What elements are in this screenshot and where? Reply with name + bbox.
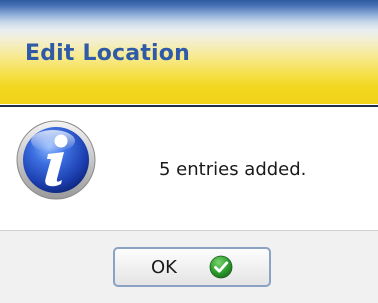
check-circle-icon: [209, 255, 233, 279]
dialog-body: 5 entries added.: [0, 107, 378, 230]
ok-button-label: OK: [151, 256, 177, 278]
ok-button[interactable]: OK: [113, 247, 271, 287]
dialog-window: Edit Location 5 entries added. OK: [0, 0, 378, 303]
dialog-message: 5 entries added.: [159, 159, 307, 180]
dialog-title: Edit Location: [25, 41, 190, 66]
dialog-titlebar: Edit Location: [0, 0, 378, 106]
info-icon: [16, 120, 96, 200]
dialog-footer: OK: [0, 230, 378, 303]
